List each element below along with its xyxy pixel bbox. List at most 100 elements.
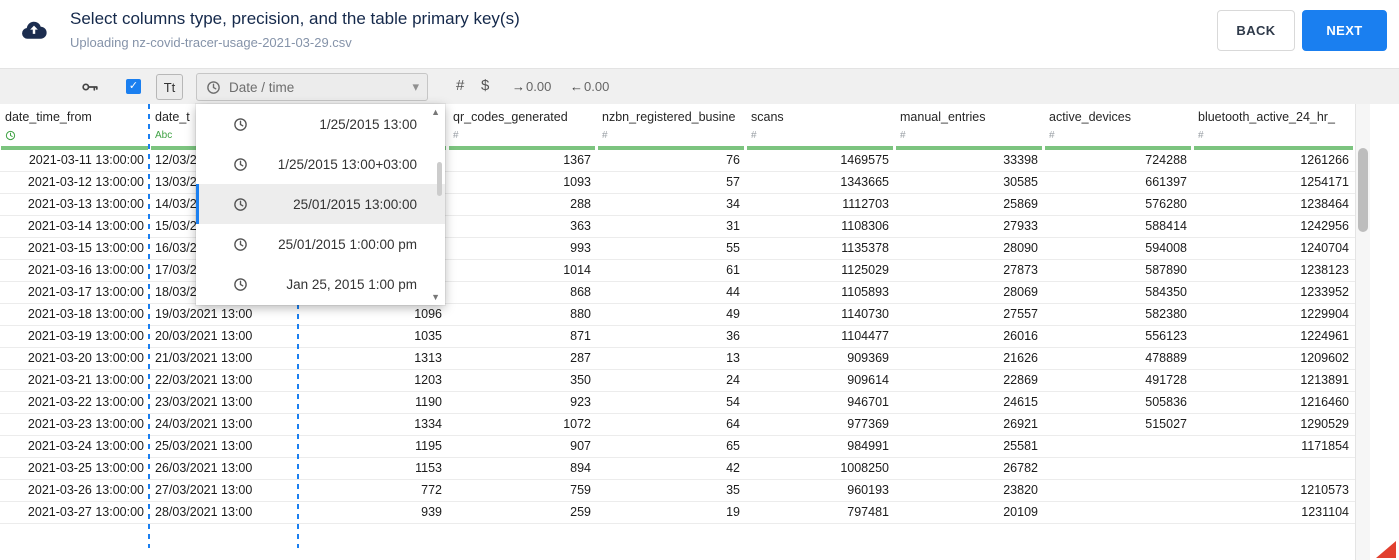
table-row: 2021-03-22 13:00:00 23/03/2021 13:00 1190 9… [0, 392, 1355, 414]
selected-column-left-guide [148, 104, 150, 548]
table-cell: 907 [570, 439, 591, 453]
column-header-date_time_from[interactable]: date_time_from [0, 104, 150, 150]
table-cell: 22/03/2021 13:00 [155, 373, 253, 387]
table-cell: 1108306 [841, 219, 889, 233]
number-type-icon[interactable]: # [456, 77, 464, 94]
table-cell: 2021-03-12 13:00:00 [27, 175, 144, 189]
table-row: 2021-03-21 13:00:00 22/03/2021 13:00 1203 3… [0, 370, 1355, 392]
column-header-nzbn_registered_busine[interactable]: nzbn_registered_busine # [597, 104, 746, 150]
column-header-scans[interactable]: scans # [746, 104, 895, 150]
corner-marker [1376, 541, 1396, 558]
column-type-indicator: # [453, 130, 459, 141]
table-cell: 350 [570, 373, 591, 387]
column-type-indicator [5, 130, 16, 145]
increase-decimal-button[interactable]: →0.00 [512, 79, 551, 94]
table-row: 2021-03-23 13:00:00 24/03/2021 13:00 1334 1… [0, 414, 1355, 436]
dropdown-option[interactable]: 1/25/2015 13:00+03:00 [196, 144, 445, 184]
table-cell: 582380 [1145, 307, 1187, 321]
dropdown-scrollbar-thumb[interactable] [437, 162, 442, 196]
arrow-left-icon: ← [570, 79, 583, 94]
table-cell: 54 [726, 395, 740, 409]
vertical-scrollbar[interactable] [1355, 104, 1370, 560]
table-cell: 28069 [1003, 285, 1038, 299]
back-button[interactable]: BACK [1217, 10, 1295, 51]
column-header-manual_entries[interactable]: manual_entries # [895, 104, 1044, 150]
table-cell: 2021-03-21 13:00:00 [27, 373, 144, 387]
dropdown-option[interactable]: 1/25/2015 13:00 [196, 104, 445, 144]
table-cell: 55 [726, 241, 740, 255]
dropdown-option-label: Jan 25, 2015 1:00 pm [286, 276, 417, 292]
table-cell: 2021-03-13 13:00:00 [27, 197, 144, 211]
next-button[interactable]: NEXT [1302, 10, 1387, 51]
table-cell: 287 [570, 351, 591, 365]
table-cell: 1261266 [1300, 153, 1349, 167]
primary-key-icon[interactable] [80, 77, 100, 97]
table-cell: 1231104 [1301, 505, 1349, 519]
dropdown-option[interactable]: 25/01/2015 13:00:00 [196, 184, 445, 224]
column-name: scans [751, 110, 784, 124]
table-cell: 1190 [415, 395, 442, 409]
column-header-active_devices[interactable]: active_devices # [1044, 104, 1193, 150]
type-select[interactable]: Date / time ▾ [196, 73, 428, 101]
table-cell: 587890 [1145, 263, 1187, 277]
table-cell: 1240704 [1300, 241, 1349, 255]
column-type-indicator: # [1198, 130, 1204, 141]
table-cell: 24 [726, 373, 740, 387]
table-cell: 984991 [847, 439, 889, 453]
table-cell: 868 [570, 285, 591, 299]
column-header-qr_codes_generated[interactable]: qr_codes_generated # [448, 104, 597, 150]
upload-status-text: Uploading nz-covid-tracer-usage-2021-03-… [70, 35, 352, 50]
table-cell: 939 [421, 505, 442, 519]
table-cell: 2021-03-14 13:00:00 [27, 219, 144, 233]
table-cell: 2021-03-22 13:00:00 [27, 395, 144, 409]
table-row: 2021-03-20 13:00:00 21/03/2021 13:00 1313 2… [0, 348, 1355, 370]
column-name: active_devices [1049, 110, 1131, 124]
table-cell: 505836 [1145, 395, 1187, 409]
column-header-bluetooth_active_24_hr_[interactable]: bluetooth_active_24_hr_ # [1193, 104, 1355, 150]
table-cell: 30585 [1003, 175, 1038, 189]
decrease-decimal-button[interactable]: ←0.00 [570, 79, 609, 94]
scrollbar-thumb[interactable] [1358, 148, 1368, 232]
table-cell: 35 [726, 483, 740, 497]
table-cell: 923 [570, 395, 591, 409]
table-cell: 2021-03-27 13:00:00 [27, 505, 144, 519]
scroll-down-icon[interactable]: ▼ [431, 292, 440, 302]
table-cell: 2021-03-24 13:00:00 [27, 439, 144, 453]
table-cell: 977369 [847, 417, 889, 431]
table-cell: 2021-03-16 13:00:00 [27, 263, 144, 277]
table-cell: 76 [726, 153, 740, 167]
table-cell: 61 [726, 263, 740, 277]
table-cell: 1238123 [1300, 263, 1349, 277]
decimal-label: 0.00 [526, 79, 552, 94]
table-cell: 2021-03-15 13:00:00 [27, 241, 144, 255]
table-cell: 36 [726, 329, 740, 343]
table-cell: 1216460 [1300, 395, 1349, 409]
table-cell: 1224961 [1300, 329, 1349, 343]
table-cell: 478889 [1145, 351, 1187, 365]
page-title: Select columns type, precision, and the … [70, 9, 520, 28]
table-cell: 1334 [414, 417, 442, 431]
table-cell: 1209602 [1300, 351, 1349, 365]
dropdown-option[interactable]: Jan 25, 2015 1:00 pm [196, 264, 445, 304]
table-cell: 57 [726, 175, 740, 189]
table-cell: 2021-03-18 13:00:00 [27, 307, 144, 321]
dropdown-option[interactable]: 25/01/2015 1:00:00 pm [196, 224, 445, 264]
table-cell: 25869 [1003, 197, 1038, 211]
table-cell: 33398 [1003, 153, 1038, 167]
table-cell: 1367 [563, 153, 591, 167]
table-cell: 23/03/2021 13:00 [155, 395, 253, 409]
table-cell: 2021-03-11 13:00:00 [28, 153, 144, 167]
include-column-checkbox[interactable]: ✓ [126, 79, 141, 94]
table-cell: 1343665 [840, 175, 889, 189]
table-cell: 993 [570, 241, 591, 255]
currency-type-icon[interactable]: $ [481, 77, 489, 94]
table-row: 2021-03-27 13:00:00 28/03/2021 13:00 939 25… [0, 502, 1355, 524]
table-cell: 1014 [563, 263, 591, 277]
table-cell: 909614 [847, 373, 889, 387]
scroll-up-icon[interactable]: ▲ [431, 107, 440, 117]
table-cell: 1105893 [841, 285, 889, 299]
table-cell: 960193 [847, 483, 889, 497]
table-cell: 491728 [1145, 373, 1187, 387]
text-type-button[interactable]: Tt [156, 74, 183, 100]
table-cell: 797481 [847, 505, 889, 519]
